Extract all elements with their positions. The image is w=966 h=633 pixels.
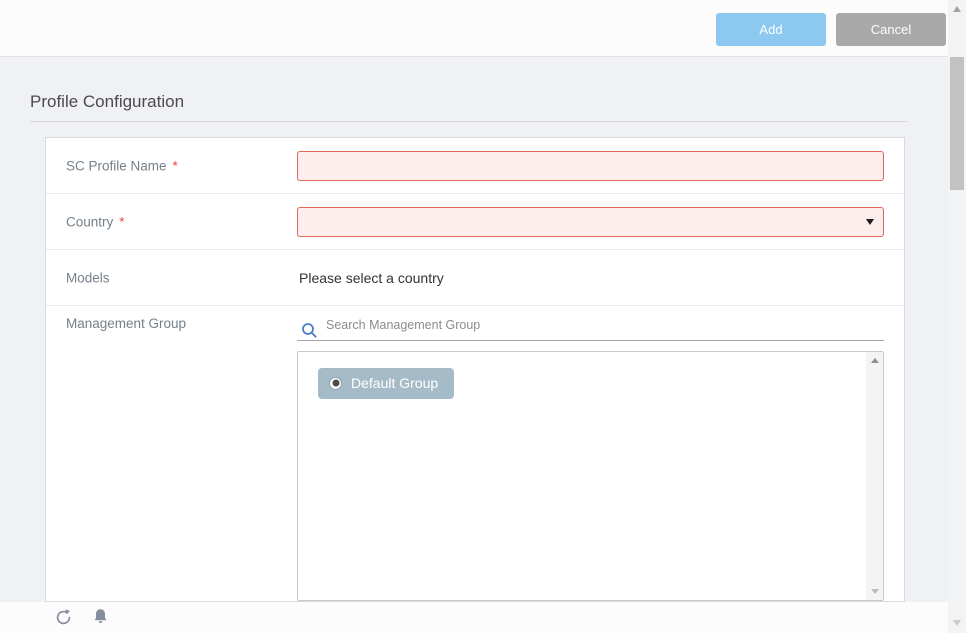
notifications-button[interactable] (90, 608, 110, 628)
management-group-label: Management Group (66, 316, 186, 331)
refresh-icon (54, 608, 73, 627)
profile-configuration-form: SC Profile Name * Country * Models Please … (45, 137, 905, 602)
chevron-down-icon (866, 219, 874, 225)
management-group-listbox[interactable]: Default Group (297, 351, 884, 601)
required-asterisk: * (173, 158, 178, 173)
page-scrollbar (948, 0, 966, 633)
sc-profile-name-label-text: SC Profile Name (66, 158, 167, 173)
field-row-country: Country * (46, 194, 904, 250)
models-label: Models (66, 270, 110, 285)
cancel-button[interactable]: Cancel (836, 13, 946, 46)
scrollbar-thumb[interactable] (950, 57, 964, 190)
scrollbar-down-icon[interactable] (953, 620, 961, 626)
required-asterisk: * (119, 214, 124, 229)
field-row-models: Models Please select a country (46, 250, 904, 306)
field-row-sc-profile-name: SC Profile Name * (46, 138, 904, 194)
option-label: Default Group (351, 375, 438, 391)
country-label: Country * (66, 214, 125, 229)
country-select[interactable] (297, 207, 884, 237)
listbox-scrollbar[interactable] (866, 352, 883, 600)
sc-profile-name-label: SC Profile Name * (66, 158, 178, 173)
footer-bar (0, 602, 948, 633)
search-icon (301, 322, 318, 339)
field-row-management-group: Management Group Default Group (46, 306, 904, 601)
country-label-text: Country (66, 214, 113, 229)
top-toolbar: Add Cancel (0, 0, 948, 57)
management-group-option-default-group[interactable]: Default Group (318, 368, 454, 399)
title-divider (30, 121, 907, 122)
management-group-search-input[interactable] (318, 314, 884, 340)
scroll-down-icon[interactable] (871, 589, 879, 594)
page-title: Profile Configuration (30, 92, 184, 112)
scrollbar-up-icon[interactable] (953, 6, 961, 12)
add-button[interactable]: Add (716, 13, 826, 46)
models-info-text: Please select a country (299, 270, 444, 286)
notifications-bell-icon (92, 608, 109, 626)
refresh-button[interactable] (53, 608, 73, 628)
sc-profile-name-input[interactable] (297, 151, 884, 181)
radio-selected-icon (329, 377, 342, 390)
scroll-up-icon[interactable] (871, 358, 879, 363)
management-group-search (297, 314, 884, 341)
